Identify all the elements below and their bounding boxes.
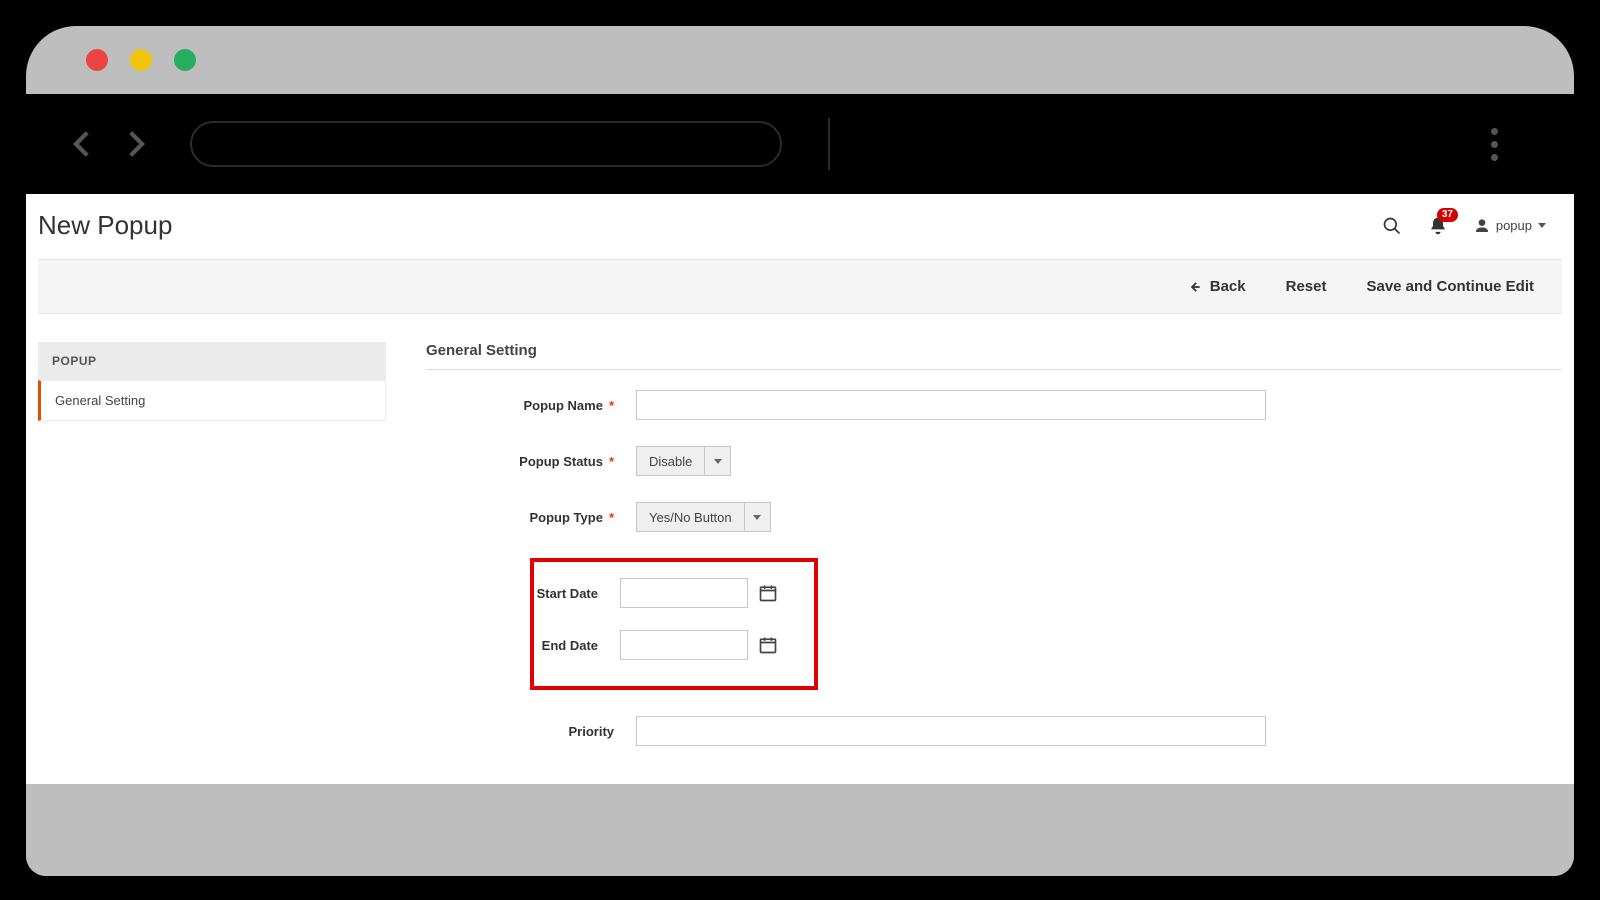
row-priority: Priority <box>426 716 1562 746</box>
row-popup-status: Popup Status* Disable <box>426 446 1562 476</box>
calendar-icon[interactable] <box>758 583 778 603</box>
label-popup-type: Popup Type* <box>426 510 622 525</box>
date-range-highlight: Start Date End Date <box>530 558 818 690</box>
url-bar[interactable] <box>190 121 782 167</box>
row-popup-type: Popup Type* Yes/No Button <box>426 502 1562 532</box>
section-title: General Setting <box>426 342 1562 370</box>
window-close-icon[interactable] <box>86 49 108 71</box>
label-end-date: End Date <box>534 638 606 653</box>
popup-name-input[interactable] <box>636 390 1266 420</box>
browser-toolbar <box>26 94 1574 194</box>
back-button[interactable]: Back <box>1188 278 1246 295</box>
user-label: popup <box>1496 218 1532 233</box>
browser-menu-button[interactable] <box>1474 128 1514 161</box>
browser-mockup-frame: New Popup 37 popup Back <box>26 26 1574 876</box>
calendar-icon[interactable] <box>758 635 778 655</box>
priority-input[interactable] <box>636 716 1266 746</box>
notifications-icon[interactable]: 37 <box>1428 216 1448 236</box>
chevron-down-icon <box>1538 223 1546 228</box>
toolbar-separator <box>828 118 830 170</box>
action-bar: Back Reset Save and Continue Edit <box>38 259 1562 314</box>
search-icon[interactable] <box>1382 216 1402 236</box>
label-start-date: Start Date <box>534 586 606 601</box>
page-header: New Popup 37 popup <box>26 194 1574 259</box>
popup-status-select[interactable]: Disable <box>636 446 731 476</box>
end-date-input[interactable] <box>620 630 748 660</box>
browser-back-button[interactable] <box>66 127 100 161</box>
popup-type-select[interactable]: Yes/No Button <box>636 502 771 532</box>
chevron-down-icon <box>744 503 770 531</box>
reset-button[interactable]: Reset <box>1286 278 1327 295</box>
window-zoom-icon[interactable] <box>174 49 196 71</box>
label-popup-status: Popup Status* <box>426 454 622 469</box>
label-priority: Priority <box>426 724 622 739</box>
row-end-date: End Date <box>534 630 794 660</box>
window-minimize-icon[interactable] <box>130 49 152 71</box>
page-title: New Popup <box>38 210 172 241</box>
sidebar: POPUP General Setting <box>38 342 386 772</box>
main-panel: General Setting Popup Name* Popup Status… <box>426 342 1562 772</box>
browser-forward-button[interactable] <box>118 127 152 161</box>
label-popup-name: Popup Name* <box>426 398 622 413</box>
window-titlebar <box>26 26 1574 94</box>
chevron-down-icon <box>704 447 730 475</box>
user-menu[interactable]: popup <box>1474 218 1546 234</box>
user-icon <box>1474 218 1490 234</box>
sidebar-group-header: POPUP <box>38 342 386 380</box>
row-popup-name: Popup Name* <box>426 390 1562 420</box>
sidebar-item-general-setting[interactable]: General Setting <box>38 380 386 421</box>
browser-bottom-chrome <box>26 784 1574 876</box>
start-date-input[interactable] <box>620 578 748 608</box>
save-continue-button[interactable]: Save and Continue Edit <box>1366 278 1534 295</box>
app-viewport: New Popup 37 popup Back <box>26 194 1574 784</box>
notifications-badge: 37 <box>1437 208 1458 222</box>
row-start-date: Start Date <box>534 578 794 608</box>
arrow-left-icon <box>1188 280 1202 294</box>
